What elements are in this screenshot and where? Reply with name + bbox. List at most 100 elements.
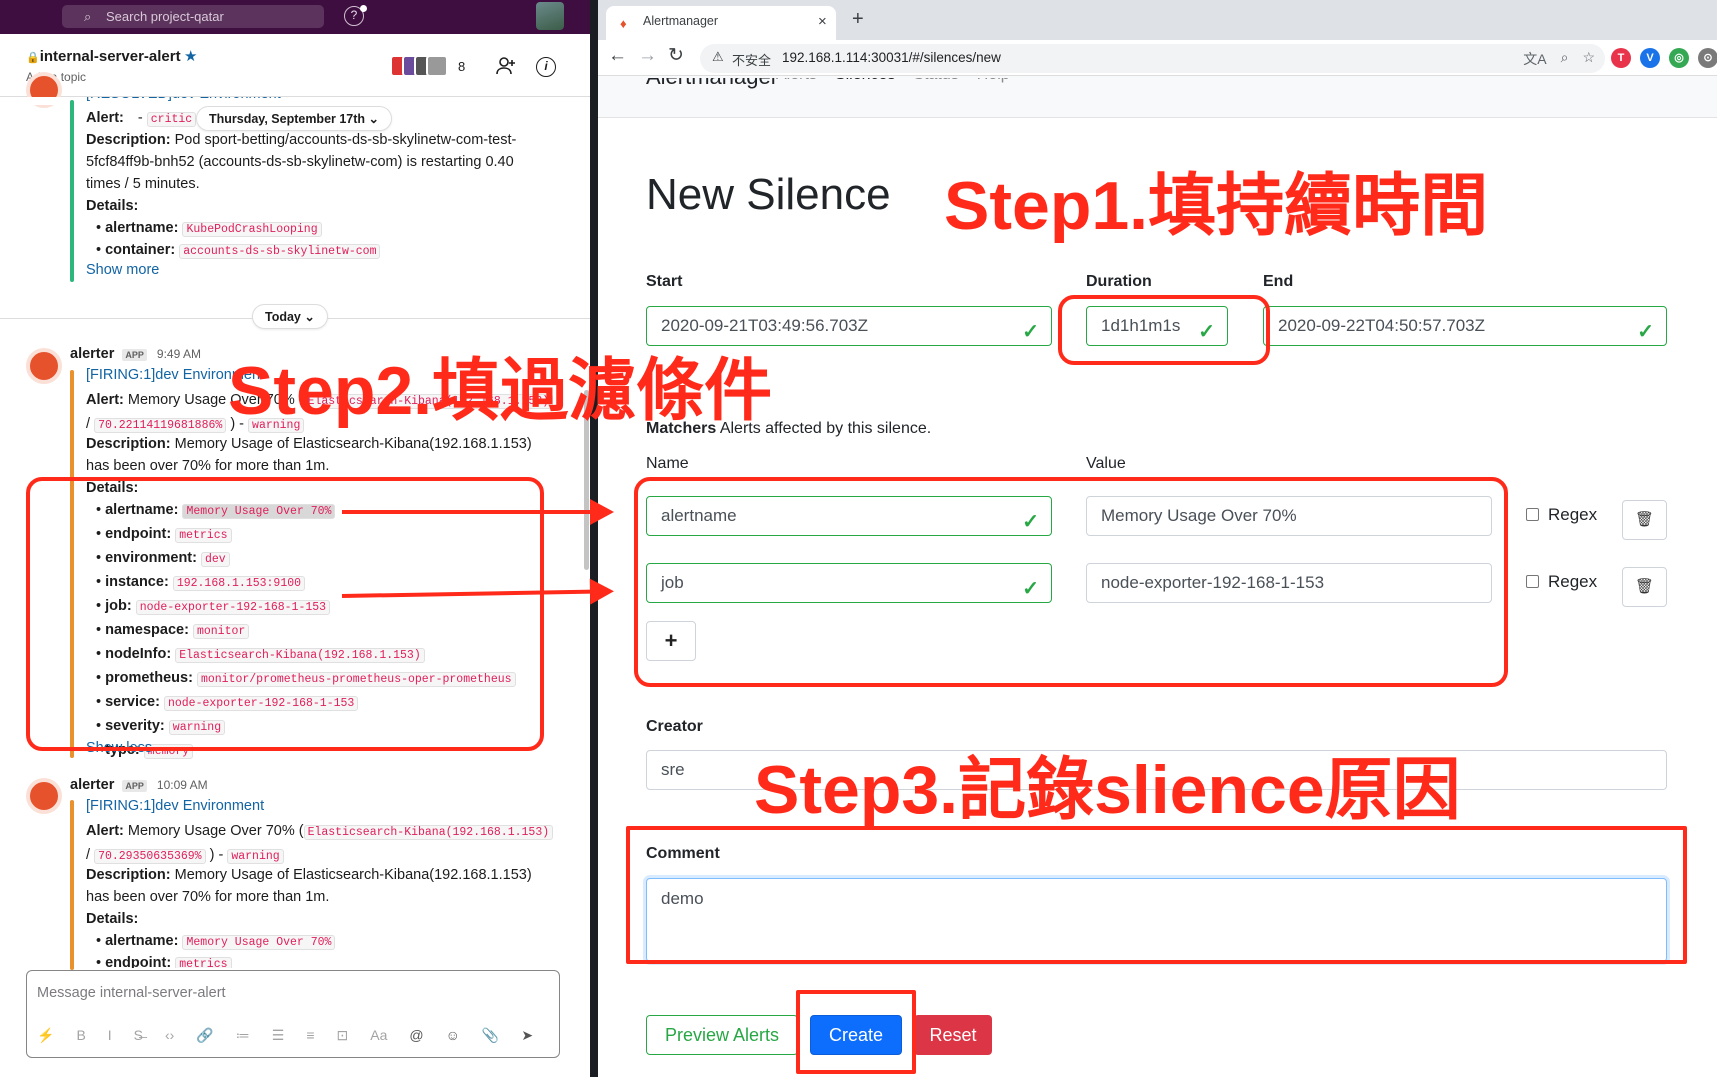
bold-icon[interactable]: B <box>76 1027 85 1047</box>
warning-icon[interactable]: ⚠ <box>712 49 724 65</box>
regex-checkbox[interactable]: Regex <box>1526 505 1597 525</box>
value-column-label: Value <box>1086 455 1126 472</box>
forward-icon[interactable]: → <box>638 45 657 67</box>
creator-value: sre <box>661 760 685 779</box>
formatting-icon[interactable]: Aa <box>370 1027 387 1047</box>
step2-annotation: Step2.填過濾條件 <box>228 353 773 429</box>
info-icon[interactable]: i <box>536 57 556 77</box>
day-divider-pill[interactable]: Today ⌄ <box>252 304 328 329</box>
code-icon[interactable]: ‹› <box>165 1027 174 1047</box>
alertname-arrow <box>342 499 614 525</box>
member-avatars[interactable] <box>390 55 450 79</box>
mention-icon[interactable]: @ <box>409 1027 423 1047</box>
channel-name[interactable]: 🔒internal-server-alert <box>26 48 181 65</box>
checkbox-box[interactable] <box>1526 508 1539 521</box>
strikethrough-icon[interactable]: S̶ <box>134 1027 143 1047</box>
regex-checkbox[interactable]: Regex <box>1526 572 1597 592</box>
close-icon[interactable]: × <box>818 13 827 30</box>
prometheus-avatar[interactable] <box>26 778 62 814</box>
description-label: Description: <box>86 436 171 452</box>
star-icon[interactable]: ★ <box>184 47 197 65</box>
description-label: Description: <box>86 132 171 148</box>
ordered-list-icon[interactable]: ≔ <box>236 1027 250 1047</box>
details-label: Details: <box>86 195 138 217</box>
member-avatar <box>426 55 448 77</box>
detail-key: alertname: <box>105 220 179 236</box>
alert-line: Alert: - critic <box>86 107 197 131</box>
end-input[interactable]: 2020-09-22T04:50:57.703Z ✓ <box>1263 306 1667 346</box>
author-name[interactable]: alerter <box>70 346 114 362</box>
alert-label: Alert: <box>86 392 124 408</box>
step1-annotation: Step1.填持續時間 <box>944 168 1489 244</box>
show-more-link[interactable]: Show more <box>86 262 159 278</box>
zoom-icon[interactable]: ⌕ <box>1561 49 1569 69</box>
shortcuts-icon[interactable]: ⚡ <box>37 1027 54 1047</box>
member-count[interactable]: 8 <box>458 59 465 74</box>
search-bar[interactable]: ⌕ Search project-qatar <box>62 5 324 28</box>
date-divider-pill[interactable]: Thursday, September 17th ⌄ <box>196 106 393 131</box>
detail-value: accounts-ds-sb-skylinetw-com <box>179 244 381 259</box>
detail-item: • alertname: Memory Usage Over 70% <box>96 930 336 954</box>
alert-code: Elasticsearch-Kibana(192.168.1.153) <box>303 825 554 840</box>
search-icon: ⌕ <box>84 9 92 24</box>
end-value: 2020-09-22T04:50:57.703Z <box>1278 316 1485 335</box>
delete-matcher-button[interactable]: 🗑 <box>1622 567 1667 607</box>
start-label: Start <box>646 273 683 290</box>
window-separator <box>590 0 598 1077</box>
alert-description: Description: Memory Usage of Elasticsear… <box>86 433 556 477</box>
translate-icon[interactable]: 文A <box>1523 49 1546 69</box>
checkbox-box[interactable] <box>1526 575 1539 588</box>
alert-label: Alert: <box>86 823 124 839</box>
author-name[interactable]: alerter <box>70 777 114 793</box>
extension-circle-icon[interactable]: ◎ <box>1669 48 1689 68</box>
omnibox-actions: 文A ⌕ ☆ <box>1523 49 1595 69</box>
lock-icon: 🔒 <box>26 52 40 64</box>
trash-icon: 🗑 <box>1634 578 1655 595</box>
bookmark-star-icon[interactable]: ☆ <box>1582 49 1595 69</box>
security-label[interactable]: 不安全 <box>732 50 771 69</box>
detail-key: endpoint: <box>105 955 172 968</box>
italic-icon[interactable]: I <box>108 1027 112 1047</box>
extension-v-icon[interactable]: V <box>1640 48 1660 68</box>
extension-ring-icon[interactable]: ⊙ <box>1698 48 1717 68</box>
regex-label: Regex <box>1548 572 1598 591</box>
url-text[interactable]: 192.168.1.114:30031/#/silences/new <box>782 50 1001 65</box>
detail-value: Memory Usage Over 70% <box>182 935 336 950</box>
day-divider-label: Today <box>265 310 301 324</box>
reload-icon[interactable]: ↻ <box>668 44 684 67</box>
code-block-icon[interactable]: ⊡ <box>337 1027 349 1047</box>
detail-item: • endpoint: metrics <box>96 952 232 968</box>
bullet-list-icon[interactable]: ☰ <box>272 1027 285 1047</box>
address-bar[interactable]: ⚠ 不安全 192.168.1.114:30031/#/silences/new… <box>700 44 1605 73</box>
alert-description: Description: Pod sport-betting/accounts-… <box>86 129 546 195</box>
attachment-bar <box>70 800 74 970</box>
extension-t-icon[interactable]: T <box>1611 48 1631 68</box>
add-user-icon[interactable] <box>495 55 517 77</box>
emoji-icon[interactable]: ☺ <box>446 1027 460 1047</box>
attachment-bar <box>70 100 74 282</box>
user-avatar[interactable] <box>536 2 564 30</box>
alert-title-link[interactable]: [FIRING:1]dev Environment <box>86 798 264 814</box>
link-icon[interactable]: 🔗 <box>196 1027 213 1047</box>
browser-tab[interactable]: ♦ Alertmanager × <box>606 6 836 40</box>
blockquote-icon[interactable]: ≡ <box>306 1027 314 1047</box>
chevron-down-icon: ⌄ <box>304 310 315 324</box>
attachment-icon[interactable]: 📎 <box>482 1027 499 1047</box>
message-composer[interactable]: Message internal-server-alert ⚡ B I S̶ ‹… <box>26 970 560 1058</box>
delete-matcher-button[interactable]: 🗑 <box>1622 500 1667 540</box>
details-label: Details: <box>86 908 138 930</box>
alert-label: Alert: <box>86 110 124 126</box>
back-icon[interactable]: ← <box>608 45 627 67</box>
preview-alerts-button[interactable]: Preview Alerts <box>646 1015 798 1055</box>
message-time[interactable]: 9:49 AM <box>157 347 201 361</box>
reset-button[interactable]: Reset <box>914 1015 992 1055</box>
app-badge: APP <box>122 349 147 361</box>
prometheus-avatar[interactable] <box>26 348 62 384</box>
alert-title-link[interactable]: [RESOLVED]dev Environment <box>86 97 281 102</box>
notification-dot <box>360 5 367 12</box>
new-tab-icon[interactable]: + <box>852 8 864 31</box>
send-icon[interactable]: ➤ <box>521 1027 533 1047</box>
message-time[interactable]: 10:09 AM <box>157 778 208 792</box>
chevron-down-icon: ⌄ <box>368 112 380 126</box>
description-label: Description: <box>86 867 171 883</box>
